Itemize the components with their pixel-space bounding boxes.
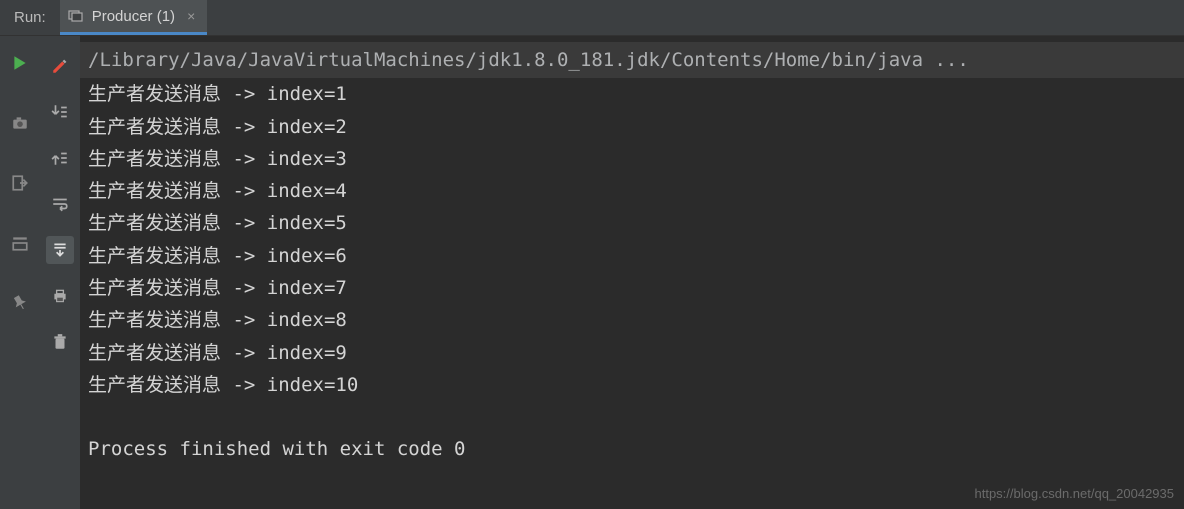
left-gutter <box>0 36 40 509</box>
exit-message: Process finished with exit code 0 <box>80 433 1184 465</box>
pin-icon[interactable] <box>11 294 29 316</box>
step-up-icon[interactable] <box>46 144 74 172</box>
run-content: /Library/Java/JavaVirtualMachines/jdk1.8… <box>0 36 1184 509</box>
edit-icon[interactable] <box>46 52 74 80</box>
print-icon[interactable] <box>46 282 74 310</box>
output-line: 生产者发送消息 -> index=9 <box>80 337 1184 369</box>
output-lines: 生产者发送消息 -> index=1生产者发送消息 -> index=2生产者发… <box>80 78 1184 401</box>
scroll-to-end-icon[interactable] <box>46 236 74 264</box>
layout-icon[interactable] <box>11 234 29 256</box>
tab-title: Producer (1) <box>92 8 175 25</box>
console-output[interactable]: /Library/Java/JavaVirtualMachines/jdk1.8… <box>80 36 1184 509</box>
camera-icon[interactable] <box>11 114 29 136</box>
output-line: 生产者发送消息 -> index=5 <box>80 207 1184 239</box>
run-label: Run: <box>0 9 60 26</box>
soft-wrap-icon[interactable] <box>46 190 74 218</box>
exit-icon[interactable] <box>11 174 29 196</box>
output-line: 生产者发送消息 -> index=4 <box>80 175 1184 207</box>
output-line: 生产者发送消息 -> index=2 <box>80 111 1184 143</box>
step-down-icon[interactable] <box>46 98 74 126</box>
play-icon[interactable] <box>11 54 29 76</box>
run-panel-header: Run: Producer (1) × <box>0 0 1184 36</box>
output-line: 生产者发送消息 -> index=6 <box>80 240 1184 272</box>
close-icon[interactable]: × <box>183 8 199 24</box>
watermark: https://blog.csdn.net/qq_20042935 <box>975 486 1175 501</box>
console-toolbar <box>40 36 80 509</box>
trash-icon[interactable] <box>46 328 74 356</box>
tab-producer[interactable]: Producer (1) × <box>60 0 208 35</box>
output-line: 生产者发送消息 -> index=8 <box>80 304 1184 336</box>
output-line: 生产者发送消息 -> index=1 <box>80 78 1184 110</box>
stack-icon <box>68 8 84 24</box>
output-line: 生产者发送消息 -> index=7 <box>80 272 1184 304</box>
output-line: 生产者发送消息 -> index=10 <box>80 369 1184 401</box>
command-line: /Library/Java/JavaVirtualMachines/jdk1.8… <box>80 42 1184 78</box>
output-line: 生产者发送消息 -> index=3 <box>80 143 1184 175</box>
